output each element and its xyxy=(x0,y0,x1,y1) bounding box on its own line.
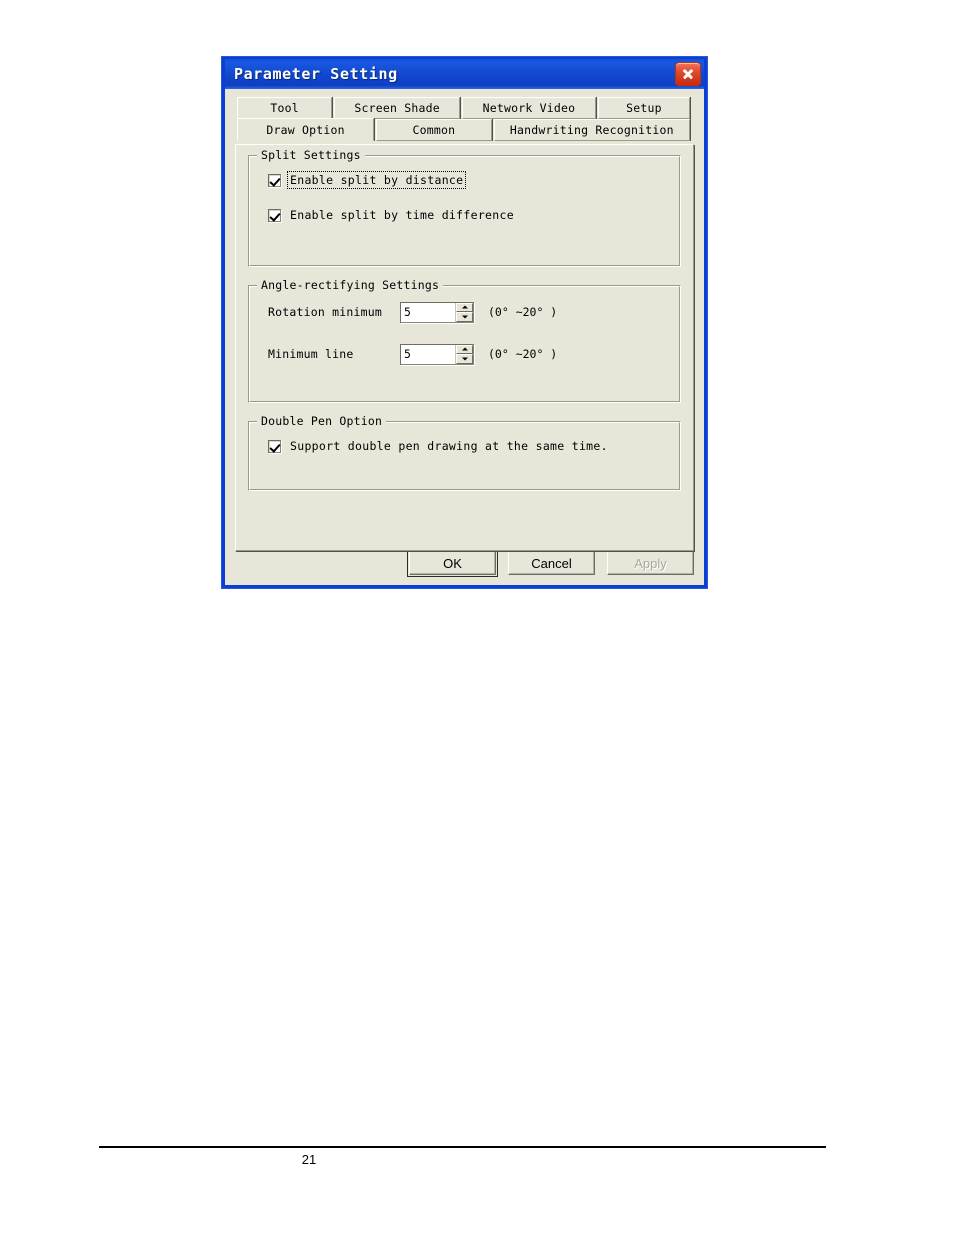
tab-handwriting-recognition[interactable]: Handwriting Recognition xyxy=(493,119,691,141)
dialog-button-bar: OK Cancel Apply xyxy=(235,549,694,577)
checkbox-enable-split-by-time-difference[interactable] xyxy=(268,208,281,222)
dialog-titlebar[interactable]: Parameter Setting xyxy=(225,59,704,89)
tab-label: Network Video xyxy=(482,101,576,115)
input-minimum-line[interactable]: 5 xyxy=(401,344,455,364)
spinner-rotation-minimum[interactable]: 5 xyxy=(400,301,474,323)
field-row-minimum-line: Minimum line 5 (0° ~20° ) xyxy=(268,343,665,365)
tab-label: Common xyxy=(412,123,456,137)
cancel-button[interactable]: Cancel xyxy=(508,551,595,575)
range-hint-rotation-minimum: (0° ~20° ) xyxy=(488,305,558,319)
group-angle-rectifying-settings: Rotation minimum 5 (0° ~20° ) Minimum li… xyxy=(248,278,681,403)
page-number: 21 xyxy=(301,1152,317,1167)
parameter-setting-dialog: Parameter Setting Tool Screen Shade Networ… xyxy=(222,57,707,588)
group-double-pen-option: Support double pen drawing at the same t… xyxy=(248,414,681,491)
checkbox-label-enable-split-by-distance: Enable split by distance xyxy=(286,171,467,189)
field-row-rotation-minimum: Rotation minimum 5 (0° ~20° ) xyxy=(268,301,665,323)
footer-divider xyxy=(99,1146,826,1148)
dialog-body: Tool Screen Shade Network Video Setup Draw … xyxy=(225,89,704,585)
dialog-title: Parameter Setting xyxy=(234,65,398,83)
checkbox-row-enable-split-by-distance[interactable]: Enable split by distance xyxy=(268,171,665,189)
checkbox-label-support-double-pen: Support double pen drawing at the same t… xyxy=(290,439,608,453)
group-title-double-pen-option: Double Pen Option xyxy=(257,414,387,428)
tabstrip: Tool Screen Shade Network Video Setup Draw … xyxy=(235,97,694,145)
tab-draw-option[interactable]: Draw Option xyxy=(237,118,375,141)
group-title-split-settings: Split Settings xyxy=(257,148,365,162)
tab-label: Draw Option xyxy=(266,122,345,137)
tab-label: Handwriting Recognition xyxy=(509,123,674,137)
apply-button: Apply xyxy=(607,551,694,575)
tab-row-1: Tool Screen Shade Network Video Setup xyxy=(237,97,692,119)
close-icon[interactable] xyxy=(675,62,701,86)
checkbox-row-enable-split-by-time-difference[interactable]: Enable split by time difference xyxy=(268,206,665,224)
spinner-minimum-line[interactable]: 5 xyxy=(400,343,474,365)
label-rotation-minimum: Rotation minimum xyxy=(268,305,382,319)
spinner-down-icon-rotation-minimum[interactable] xyxy=(456,312,473,322)
tab-label: Screen Shade xyxy=(354,101,440,115)
tab-tool[interactable]: Tool xyxy=(237,97,333,119)
tab-common[interactable]: Common xyxy=(376,119,492,141)
tab-row-2: Draw Option Common Handwriting Recognition xyxy=(237,118,692,141)
spinner-up-icon-rotation-minimum[interactable] xyxy=(456,302,473,312)
spinner-buttons-rotation-minimum xyxy=(455,302,473,322)
checkbox-enable-split-by-distance[interactable] xyxy=(268,173,281,187)
spinner-up-icon-minimum-line[interactable] xyxy=(456,344,473,354)
tab-screen-shade[interactable]: Screen Shade xyxy=(334,97,461,119)
group-split-settings: Enable split by distance Enable split by… xyxy=(248,148,681,267)
checkbox-label-enable-split-by-time-difference: Enable split by time difference xyxy=(290,208,514,222)
tab-label: Tool xyxy=(270,101,299,115)
input-rotation-minimum[interactable]: 5 xyxy=(401,302,455,322)
tab-label: Setup xyxy=(626,101,662,115)
tab-setup[interactable]: Setup xyxy=(597,97,690,119)
spinner-buttons-minimum-line xyxy=(455,344,473,364)
label-minimum-line: Minimum line xyxy=(268,347,354,361)
checkbox-row-support-double-pen[interactable]: Support double pen drawing at the same t… xyxy=(268,437,665,455)
checkbox-support-double-pen[interactable] xyxy=(268,439,281,453)
ok-button[interactable]: OK xyxy=(407,549,498,577)
range-hint-minimum-line: (0° ~20° ) xyxy=(488,347,558,361)
group-title-angle-rectifying-settings: Angle-rectifying Settings xyxy=(257,278,444,292)
tab-network-video[interactable]: Network Video xyxy=(462,97,596,119)
spinner-down-icon-minimum-line[interactable] xyxy=(456,354,473,364)
tab-page-draw-option: Enable split by distance Enable split by… xyxy=(235,144,694,551)
